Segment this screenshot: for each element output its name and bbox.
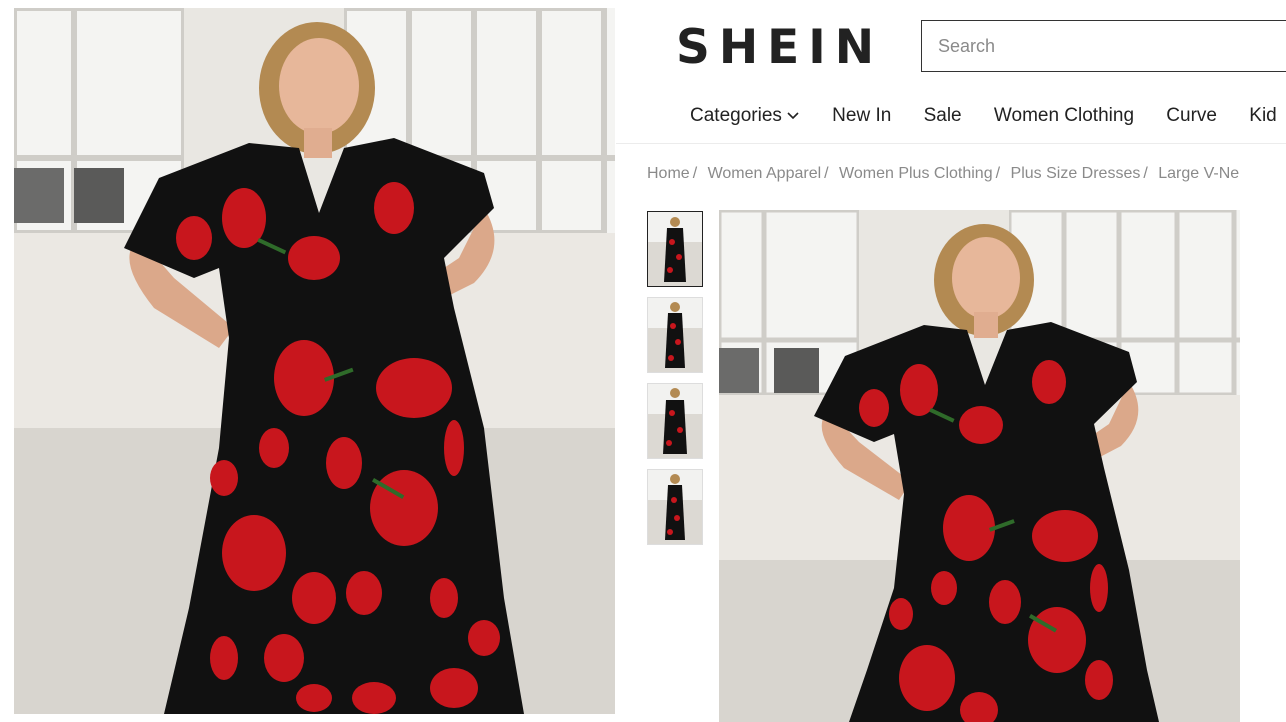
nav-item-curve[interactable]: Curve	[1166, 105, 1217, 127]
nav-item-sale[interactable]: Sale	[924, 105, 962, 127]
thumbnail-list	[647, 211, 705, 555]
nav-item-label: Categories	[690, 105, 782, 126]
search-box[interactable]: Search	[921, 20, 1286, 72]
nav-item-categories[interactable]: Categories	[690, 105, 800, 127]
thumbnail[interactable]	[647, 211, 703, 287]
thumbnail[interactable]	[647, 383, 703, 459]
nav-item-women-clothing[interactable]: Women Clothing	[994, 105, 1134, 127]
breadcrumb-plus-size-dresses[interactable]: Plus Size Dresses	[1011, 165, 1141, 182]
main-nav: Categories New In Sale Women Clothing Cu…	[690, 105, 1286, 133]
breadcrumb-women-plus-clothing[interactable]: Women Plus Clothing	[839, 165, 993, 182]
thumbnail[interactable]	[647, 297, 703, 373]
hero-model-photo	[14, 8, 615, 714]
nav-item-new-in[interactable]: New In	[832, 105, 891, 127]
nav-divider	[616, 143, 1286, 144]
search-input[interactable]: Search	[938, 36, 995, 57]
shein-logo[interactable]: SHEIN	[676, 20, 883, 75]
thumbnail[interactable]	[647, 469, 703, 545]
chevron-down-icon	[786, 111, 800, 121]
breadcrumb-current: Large V-Ne	[1158, 165, 1240, 182]
nav-item-kids[interactable]: Kid	[1249, 105, 1276, 127]
product-page: SHEIN Search Categories New In Sale Wome…	[616, 0, 1286, 722]
main-product-photo[interactable]	[719, 210, 1240, 722]
breadcrumb: Home / Women Apparel / Women Plus Clothing…	[647, 165, 1240, 182]
breadcrumb-home[interactable]: Home	[647, 165, 690, 182]
breadcrumb-women-apparel[interactable]: Women Apparel	[708, 165, 822, 182]
